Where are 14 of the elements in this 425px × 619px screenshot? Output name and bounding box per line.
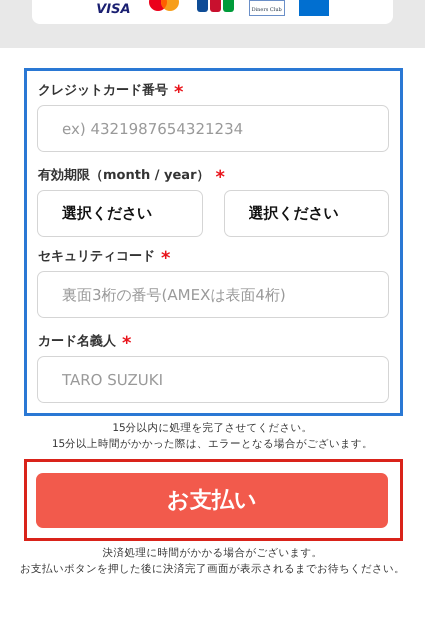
input-field[interactable]: ex) 4321987654321234 [37, 105, 389, 152]
required-mark: * [122, 333, 132, 354]
required-mark: * [174, 82, 184, 103]
note-text: 15分以内に処理を完了させてください。 [111, 421, 314, 436]
required-mark: * [215, 167, 225, 188]
required-mark: * [161, 248, 170, 269]
month-year-select[interactable]: 選択ください [37, 190, 202, 237]
note-text: 15分以上時間がかかった際は、エラーとなる場合がございます。 [50, 437, 374, 452]
input-field[interactable]: TARO SUZUKI [37, 356, 389, 403]
note-text: 決済処理に時間がかかる場合がございます。 [102, 546, 324, 561]
note-text: お支払いボタンを押した後に決済完了画面が表示されるまでお待ちください。 [19, 562, 406, 577]
input-field[interactable]: 裏面3桁の番号(AMEXは表面4桁) [37, 271, 389, 318]
visa-logo: VISA [96, 3, 131, 16]
month-year-select[interactable]: 選択ください [224, 190, 389, 237]
